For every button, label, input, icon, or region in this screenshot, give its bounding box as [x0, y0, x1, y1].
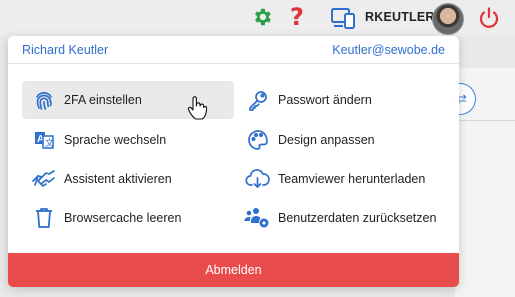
top-bar: ? RKEUTLER [0, 0, 515, 36]
menu-item-clear-cache[interactable]: Browsercache leeren [22, 199, 234, 237]
palette-icon [244, 126, 272, 154]
menu-header: Richard Keutler Keutler@sewobe.de [8, 36, 459, 64]
menu-item-label: Sprache wechseln [64, 133, 167, 147]
avatar[interactable] [432, 3, 464, 35]
username[interactable]: RKEUTLER [365, 10, 435, 24]
logout-button[interactable]: Abmelden [8, 253, 459, 287]
menu-item-label: Passwort ändern [278, 93, 372, 107]
menu-item-label: 2FA einstellen [64, 93, 142, 107]
cloud-download-icon [244, 165, 272, 193]
users-settings-icon [244, 204, 272, 232]
menu-item-label: Teamviewer herunterladen [278, 172, 426, 186]
user-menu-dropdown: Richard Keutler Keutler@sewobe.de 2FA ei… [8, 36, 459, 287]
background-divider [455, 120, 515, 121]
menu-item-label: Benutzerdaten zurücksetzen [278, 211, 437, 225]
svg-text:文: 文 [45, 137, 54, 149]
gear-icon[interactable] [251, 6, 273, 28]
user-email[interactable]: Keutler@sewobe.de [332, 43, 445, 57]
menu-item-change-password[interactable]: Passwort ändern [242, 81, 452, 119]
menu-item-reset-userdata[interactable]: Benutzerdaten zurücksetzen [242, 199, 452, 237]
menu-item-design[interactable]: Design anpassen [242, 121, 452, 159]
menu-item-label: Design anpassen [278, 133, 375, 147]
menu-item-assistant[interactable]: Assistent aktivieren [22, 160, 234, 198]
menu-item-change-language[interactable]: A文 Sprache wechseln [22, 121, 234, 159]
menu-item-teamviewer[interactable]: Teamviewer herunterladen [242, 160, 452, 198]
menu-item-label: Browsercache leeren [64, 211, 182, 225]
trash-icon [30, 204, 58, 232]
device-icon[interactable] [330, 6, 358, 30]
translate-icon: A文 [30, 126, 58, 154]
handshake-icon [30, 165, 58, 193]
fingerprint-icon [30, 86, 58, 114]
power-icon[interactable] [476, 5, 502, 31]
mouse-pointer-icon [187, 95, 208, 121]
help-icon[interactable]: ? [287, 3, 307, 31]
user-full-name[interactable]: Richard Keutler [22, 43, 108, 57]
key-icon [244, 86, 272, 114]
menu-item-label: Assistent aktivieren [64, 172, 172, 186]
